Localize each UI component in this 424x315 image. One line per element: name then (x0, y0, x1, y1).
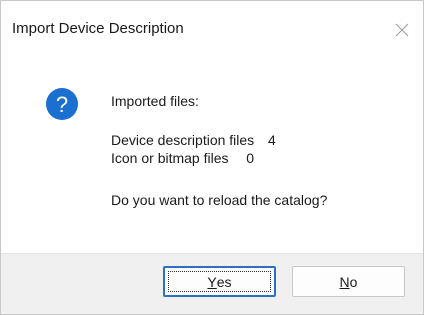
yes-accelerator: Y (207, 273, 217, 290)
svg-text:?: ? (56, 92, 68, 117)
yes-label-rest: es (216, 273, 232, 290)
button-bar: Yes No (1, 253, 423, 314)
message-heading: Imported files: (111, 93, 199, 109)
device-description-label: Device description files (111, 132, 255, 148)
close-button[interactable] (387, 15, 417, 45)
no-accelerator: N (339, 273, 350, 290)
icon-bitmap-row: Icon or bitmap files 0 (111, 150, 254, 167)
message-area: ? Imported files: Device description fil… (1, 57, 423, 253)
question-icon: ? (46, 88, 78, 120)
import-device-description-dialog: Import Device Description ? Imported fil… (0, 0, 424, 315)
title-bar: Import Device Description (1, 1, 423, 57)
no-label-rest: o (349, 273, 358, 290)
yes-button[interactable]: Yes (163, 266, 276, 297)
dialog-title: Import Device Description (12, 20, 184, 37)
device-description-row: Device description files 4 (111, 132, 276, 149)
icon-bitmap-label: Icon or bitmap files (111, 150, 229, 166)
close-icon (395, 23, 409, 37)
no-button[interactable]: No (292, 266, 405, 297)
device-description-count: 4 (267, 132, 276, 148)
reload-question: Do you want to reload the catalog? (111, 192, 328, 208)
icon-bitmap-count: 0 (246, 150, 255, 166)
